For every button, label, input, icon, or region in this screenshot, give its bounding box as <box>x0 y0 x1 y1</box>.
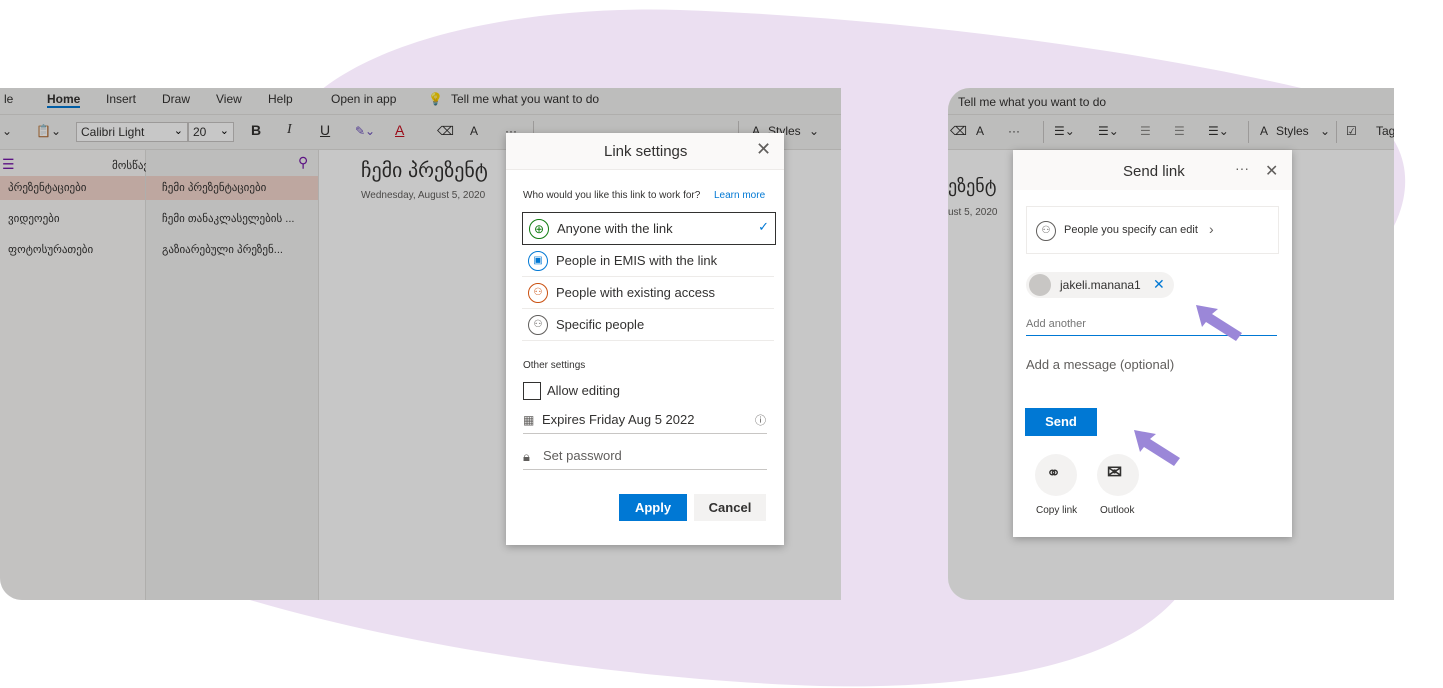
recipient-name: jakeli.manana1 <box>1060 278 1141 292</box>
checkmark-icon: ✓ <box>758 219 769 234</box>
calendar-icon: ▦ <box>523 413 535 427</box>
close-icon[interactable]: ✕ <box>1265 161 1278 181</box>
option-label: People with existing access <box>556 285 715 300</box>
set-password-field[interactable]: Set password <box>543 448 622 463</box>
other-settings-heading: Other settings <box>523 360 586 371</box>
learn-more-link[interactable]: Learn more <box>714 190 765 201</box>
remove-recipient-icon[interactable]: ✕ <box>1153 276 1165 293</box>
allow-editing-checkbox[interactable] <box>523 382 541 400</box>
annotation-arrow <box>1134 430 1180 466</box>
send-link-dialog: Send link ··· ✕ ⚇ People you specify can… <box>1013 150 1292 537</box>
building-icon: ▣ <box>528 251 548 271</box>
expiry-date-field[interactable]: Expires Friday Aug 5 2022 <box>542 412 694 427</box>
globe-icon: ⊕ <box>529 219 549 239</box>
link-settings-dialog: Link settings ✕ Who would you like this … <box>506 133 784 545</box>
option-label: Anyone with the link <box>557 221 673 236</box>
recipient-chip[interactable]: jakeli.manana1 ✕ <box>1026 272 1174 298</box>
outlook-label: Outlook <box>1100 505 1135 516</box>
people-icon: ⚇ <box>528 283 548 303</box>
cancel-button[interactable]: Cancel <box>694 494 766 521</box>
annotation-arrow <box>1196 305 1242 341</box>
option-existing-access[interactable]: ⚇ People with existing access <box>522 277 774 309</box>
more-options-icon[interactable]: ··· <box>1235 160 1249 176</box>
copy-link-button[interactable]: ⚭ <box>1035 454 1077 496</box>
people-icon: ⚇ <box>1036 221 1056 241</box>
copy-link-label: Copy link <box>1036 505 1078 516</box>
permission-selector[interactable]: ⚇ People you specify can edit › <box>1026 206 1279 254</box>
option-emis[interactable]: ▣ People in EMIS with the link <box>522 245 774 277</box>
divider <box>523 433 767 434</box>
info-icon[interactable]: ⓘ <box>755 412 766 428</box>
audience-question: Who would you like this link to work for… <box>523 190 701 201</box>
allow-editing-label: Allow editing <box>547 383 620 398</box>
outlook-button[interactable]: ✉ <box>1097 454 1139 496</box>
permission-label: People you specify can edit <box>1064 224 1198 236</box>
message-input[interactable]: Add a message (optional) <box>1026 357 1174 372</box>
dialog-title: Send link <box>1123 163 1185 180</box>
people-icon: ⚇ <box>528 315 548 335</box>
avatar <box>1029 274 1051 296</box>
send-button[interactable]: Send <box>1025 408 1097 436</box>
option-label: People in EMIS with the link <box>556 253 718 268</box>
chevron-right-icon: › <box>1209 221 1214 237</box>
outlook-icon: ✉ <box>1107 462 1123 482</box>
divider <box>523 469 767 470</box>
option-anyone[interactable]: ⊕ Anyone with the link ✓ <box>522 212 776 245</box>
link-icon: ⚭ <box>1046 463 1062 483</box>
option-specific-people[interactable]: ⚇ Specific people <box>522 309 774 341</box>
close-icon[interactable]: ✕ <box>756 139 771 160</box>
apply-button[interactable]: Apply <box>619 494 687 521</box>
option-label: Specific people <box>556 317 645 332</box>
dialog-title: Link settings <box>604 143 688 160</box>
lock-icon: 🔒︎ <box>523 449 530 464</box>
